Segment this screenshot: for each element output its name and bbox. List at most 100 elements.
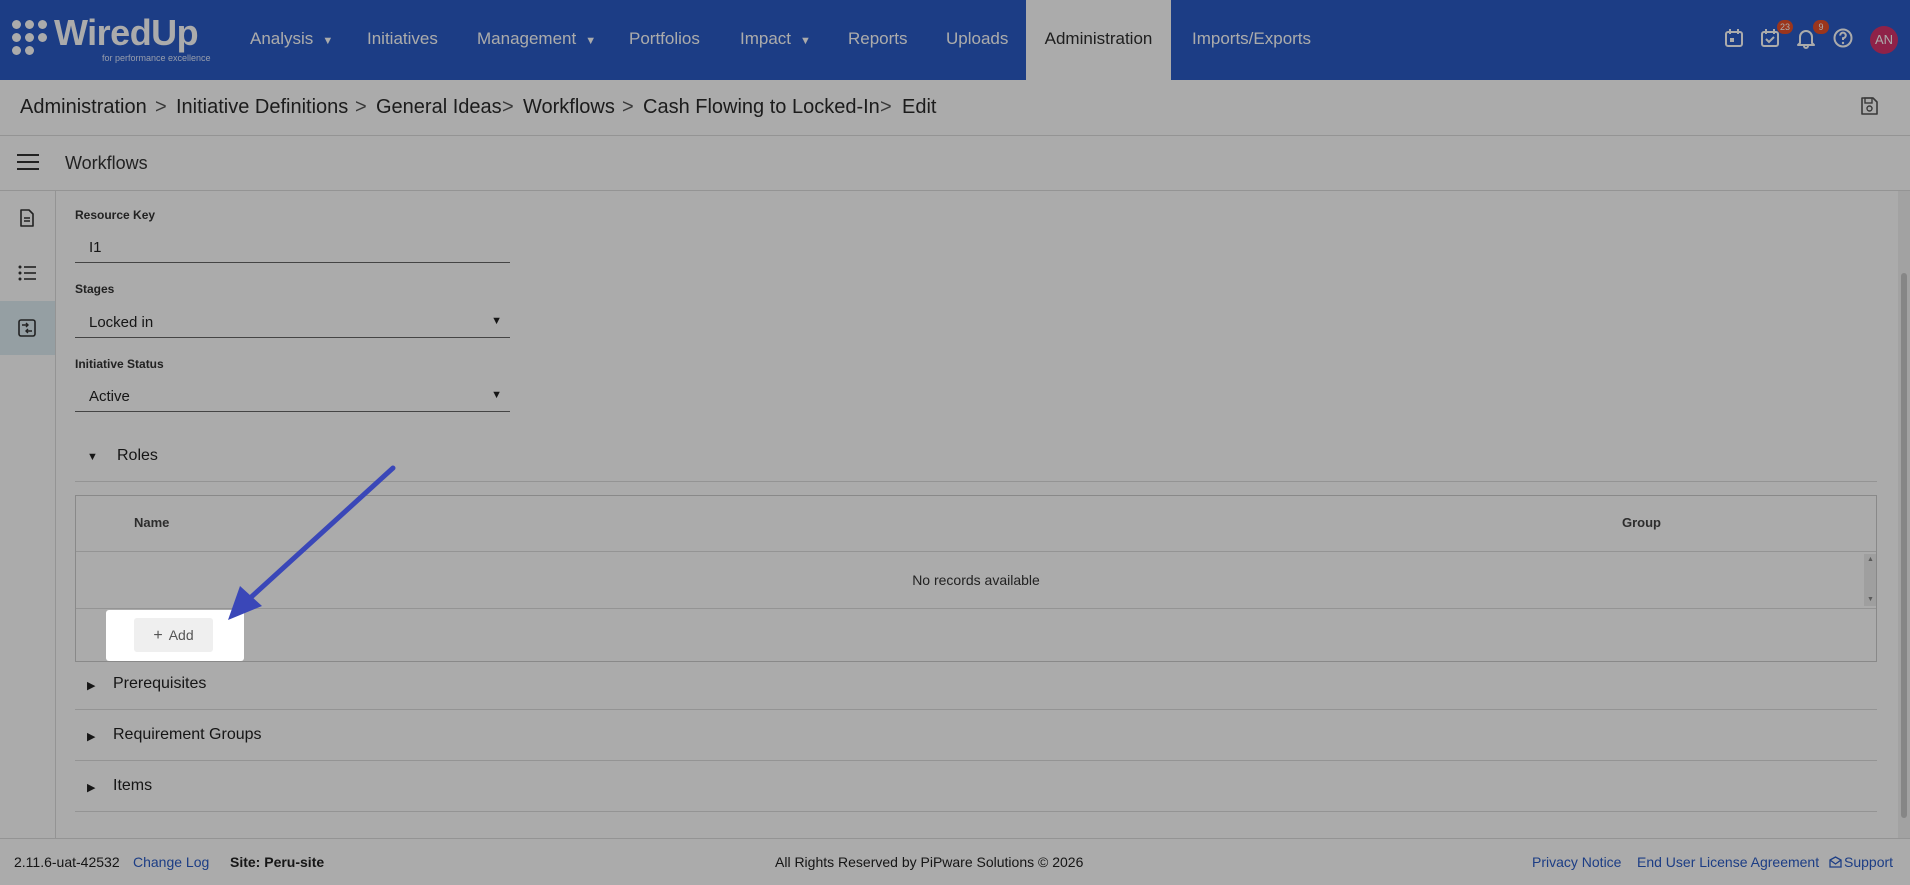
privacy-notice-link[interactable]: Privacy Notice (1532, 854, 1621, 870)
column-header-name[interactable]: Name (134, 515, 169, 530)
tasks-count-badge: 23 (1776, 20, 1793, 34)
roles-title: Roles (117, 447, 158, 464)
nav-label: Impact (740, 29, 792, 48)
tasks-icon[interactable]: 23 (1759, 20, 1793, 53)
nav-label: Reports (848, 29, 908, 48)
menu-icon[interactable] (17, 154, 39, 172)
support-label: Support (1844, 854, 1894, 870)
chevron-down-icon: ▼ (800, 35, 811, 47)
grid-scrollbar[interactable]: ▲ ▼ (1864, 554, 1876, 606)
scroll-down-icon[interactable]: ▼ (1867, 596, 1874, 603)
support-icon (1829, 856, 1842, 868)
column-header-group[interactable]: Group (1622, 515, 1661, 530)
eula-link[interactable]: End User License Agreement (1637, 854, 1819, 870)
breadcrumb-cash-flowing[interactable]: Cash Flowing to Locked-In (643, 96, 880, 119)
rail-workflow-button[interactable] (0, 301, 55, 355)
support-link[interactable]: Support (1829, 854, 1893, 870)
collapsed-triangle-icon: ▶ (87, 731, 96, 743)
items-title: Items (113, 777, 153, 794)
grid-header: Name Group (76, 496, 1876, 552)
add-role-button[interactable]: + Add (134, 618, 213, 652)
breadcrumb-initiative-definitions[interactable]: Initiative Definitions (176, 96, 348, 119)
requirement-groups-title: Requirement Groups (113, 726, 262, 743)
collapsed-triangle-icon: ▶ (87, 680, 96, 692)
breadcrumb-administration[interactable]: Administration (20, 96, 147, 119)
nav-label: Portfolios (629, 29, 700, 48)
scroll-up-icon[interactable]: ▲ (1867, 556, 1874, 563)
nav-label: Imports/Exports (1192, 29, 1312, 48)
nav-administration[interactable]: Administration (1026, 0, 1171, 80)
breadcrumb-edit: Edit (902, 96, 937, 118)
roles-panel-header[interactable]: ▼ Roles (75, 432, 1877, 482)
breadcrumb-separator: > (880, 96, 892, 118)
wiredup-logo[interactable]: WiredUp for performance excellence (12, 12, 217, 66)
items-panel-header[interactable]: ▶ Items (75, 762, 1877, 812)
nav-impact[interactable]: Impact ▼ (740, 0, 811, 80)
prerequisites-title: Prerequisites (113, 675, 207, 692)
collapsed-triangle-icon: ▶ (87, 782, 96, 794)
document-icon (20, 209, 34, 227)
add-label: Add (168, 627, 194, 643)
plus-icon: + (153, 627, 163, 644)
logo-dots-icon (12, 20, 52, 60)
nav-management[interactable]: Management ▼ (477, 0, 596, 80)
section-title: Workflows (65, 153, 148, 173)
nav-label: Uploads (946, 29, 1009, 48)
initiative-status-label: Initiative Status (75, 357, 164, 371)
grid-body: No records available ▲ ▼ (76, 552, 1876, 609)
nav-reports[interactable]: Reports (848, 0, 908, 80)
calendar-icon[interactable] (1723, 27, 1749, 53)
nav-analysis[interactable]: Analysis ▼ (250, 0, 333, 80)
initiative-status-select[interactable]: Active ▼ (75, 380, 510, 412)
nav-label: Analysis (250, 29, 314, 48)
dropdown-arrow-icon: ▼ (491, 389, 502, 401)
scrollbar-thumb[interactable] (1901, 273, 1907, 818)
nav-label: Initiatives (367, 29, 438, 48)
logo-name: WiredUp (54, 12, 199, 53)
save-icon[interactable] (1859, 96, 1881, 118)
breadcrumb-separator: > (155, 96, 167, 118)
breadcrumb-separator: > (355, 96, 367, 118)
resource-key-value: I1 (89, 239, 102, 256)
help-icon[interactable] (1832, 27, 1858, 53)
stages-value: Locked in (89, 314, 154, 331)
dropdown-arrow-icon: ▼ (491, 315, 502, 327)
list-icon (18, 265, 36, 281)
stages-label: Stages (75, 282, 115, 296)
user-avatar[interactable]: AN (1870, 26, 1898, 54)
site-text: Site: Peru-site (230, 854, 325, 870)
version-text: 2.11.6-uat-42532 (14, 854, 120, 870)
roles-grid: Name Group No records available ▲ ▼ (75, 495, 1877, 662)
nav-portfolios[interactable]: Portfolios (629, 0, 700, 80)
rail-list-button[interactable] (0, 246, 55, 300)
workflow-icon (18, 319, 36, 337)
nav-label: Administration (1044, 29, 1153, 48)
side-rail (0, 191, 56, 838)
breadcrumb-workflows[interactable]: Workflows (523, 96, 615, 119)
copyright-text: All Rights Reserved by PiPware Solutions… (775, 854, 1084, 870)
chevron-down-icon: ▼ (322, 35, 334, 47)
nav-imports-exports[interactable]: Imports/Exports (1192, 0, 1311, 80)
resource-key-label: Resource Key (75, 208, 156, 222)
prerequisites-panel-header[interactable]: ▶ Prerequisites (75, 660, 1877, 710)
bell-icon[interactable]: 9 (1795, 20, 1829, 53)
change-log-link[interactable]: Change Log (133, 854, 209, 870)
notifications-count-badge: 9 (1813, 20, 1829, 34)
initiative-status-value: Active (89, 388, 130, 405)
requirement-groups-panel-header[interactable]: ▶ Requirement Groups (75, 711, 1877, 761)
stages-select[interactable]: Locked in ▼ (75, 306, 510, 338)
page-scrollbar[interactable] (1898, 191, 1910, 838)
section-header: Workflows (0, 136, 1910, 191)
nav-uploads[interactable]: Uploads (946, 0, 1008, 80)
rail-details-button[interactable] (0, 191, 55, 245)
logo-tagline: for performance excellence (102, 53, 211, 63)
resource-key-field[interactable]: I1 (75, 231, 510, 263)
breadcrumb-general-ideas[interactable]: General Ideas (376, 96, 502, 119)
expanded-triangle-icon: ▼ (87, 451, 98, 463)
breadcrumb-separator: > (502, 96, 514, 118)
breadcrumb-separator: > (622, 96, 634, 118)
breadcrumb: Administration > Initiative Definitions … (0, 80, 1910, 136)
chevron-down-icon: ▼ (585, 35, 597, 47)
nav-label: Management (477, 29, 577, 48)
nav-initiatives[interactable]: Initiatives (367, 0, 438, 80)
